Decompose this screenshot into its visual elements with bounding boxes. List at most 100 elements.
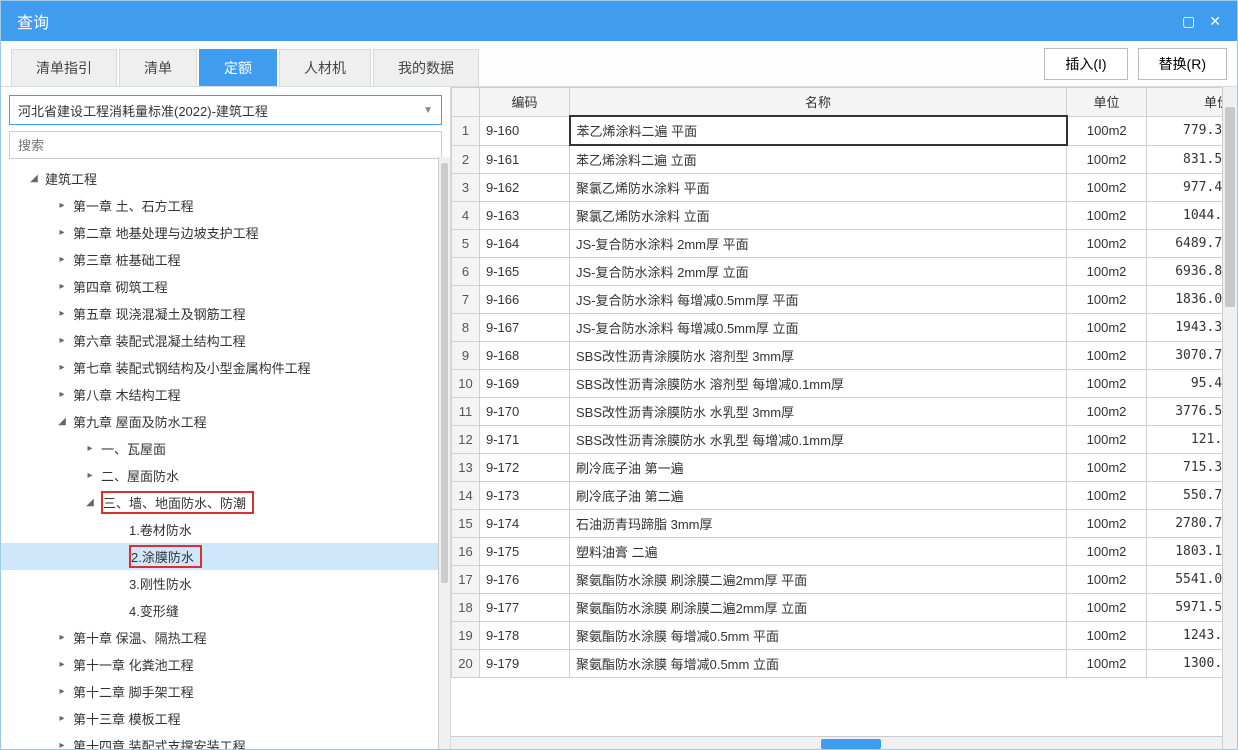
name-cell[interactable]: JS-复合防水涂料 每增减0.5mm厚 平面 [570,286,1067,314]
tab-3[interactable]: 人材机 [279,49,371,86]
code-cell[interactable]: 9-179 [480,650,570,678]
code-cell[interactable]: 9-174 [480,510,570,538]
tree-item[interactable]: ◢三、墙、地面防水、防潮 [1,489,450,516]
unit-cell[interactable]: 100m2 [1067,116,1147,145]
name-cell[interactable]: 苯乙烯涂料二遍 平面 [570,116,1067,145]
unit-cell[interactable]: 100m2 [1067,594,1147,622]
name-cell[interactable]: 聚氨酯防水涂膜 刷涂膜二遍2mm厚 立面 [570,594,1067,622]
tree-item[interactable]: ▸第一章 土、石方工程 [1,192,450,219]
grid-hscrollbar[interactable] [451,736,1222,750]
expand-icon[interactable]: ▸ [83,470,97,481]
table-row[interactable]: 19-160苯乙烯涂料二遍 平面100m2779.35 [452,116,1237,145]
unit-cell[interactable]: 100m2 [1067,174,1147,202]
tree-item[interactable]: ▸一、瓦屋面 [1,435,450,462]
name-cell[interactable]: SBS改性沥青涂膜防水 水乳型 3mm厚 [570,398,1067,426]
collapse-icon[interactable]: ◢ [83,497,97,508]
table-row[interactable]: 159-174石油沥青玛蹄脂 3mm厚100m22780.78 [452,510,1237,538]
unit-cell[interactable]: 100m2 [1067,510,1147,538]
unit-cell[interactable]: 100m2 [1067,454,1147,482]
unit-cell[interactable]: 100m2 [1067,482,1147,510]
tree-item[interactable]: ▸1.卷材防水 [1,516,450,543]
code-cell[interactable]: 9-171 [480,426,570,454]
code-cell[interactable]: 9-165 [480,258,570,286]
close-icon[interactable]: ✕ [1209,13,1221,30]
hscroll-thumb[interactable] [821,739,881,749]
code-cell[interactable]: 9-161 [480,145,570,174]
tab-4[interactable]: 我的数据 [373,49,479,86]
unit-cell[interactable]: 100m2 [1067,230,1147,258]
tree-item[interactable]: ◢建筑工程 [1,165,450,192]
name-cell[interactable]: 苯乙烯涂料二遍 立面 [570,145,1067,174]
table-row[interactable]: 179-176聚氨酯防水涂膜 刷涂膜二遍2mm厚 平面100m25541.02 [452,566,1237,594]
tree-item[interactable]: ▸第六章 装配式混凝土结构工程 [1,327,450,354]
name-cell[interactable]: 聚氨酯防水涂膜 刷涂膜二遍2mm厚 平面 [570,566,1067,594]
name-cell[interactable]: 聚氯乙烯防水涂料 平面 [570,174,1067,202]
code-cell[interactable]: 9-170 [480,398,570,426]
replace-button[interactable]: 替换(R) [1138,48,1227,80]
unit-cell[interactable]: 100m2 [1067,202,1147,230]
expand-icon[interactable]: ▸ [55,389,69,400]
tree-item[interactable]: ▸第五章 现浇混凝土及钢筋工程 [1,300,450,327]
collapse-icon[interactable]: ◢ [27,173,41,184]
tree-item[interactable]: ▸2.涂膜防水 [1,543,450,570]
tree-item[interactable]: ▸第八章 木结构工程 [1,381,450,408]
code-cell[interactable]: 9-164 [480,230,570,258]
tree-item[interactable]: ▸3.刚性防水 [1,570,450,597]
name-cell[interactable]: JS-复合防水涂料 2mm厚 平面 [570,230,1067,258]
tree-item[interactable]: ◢第九章 屋面及防水工程 [1,408,450,435]
table-row[interactable]: 189-177聚氨酯防水涂膜 刷涂膜二遍2mm厚 立面100m25971.55 [452,594,1237,622]
name-cell[interactable]: 刷冷底子油 第二遍 [570,482,1067,510]
expand-icon[interactable]: ▸ [55,362,69,373]
name-cell[interactable]: 刷冷底子油 第一遍 [570,454,1067,482]
table-row[interactable]: 199-178聚氨酯防水涂膜 每增减0.5mm 平面100m21243.7 [452,622,1237,650]
unit-cell[interactable]: 100m2 [1067,650,1147,678]
table-row[interactable]: 79-166JS-复合防水涂料 每增减0.5mm厚 平面100m21836.02 [452,286,1237,314]
tree-item[interactable]: ▸二、屋面防水 [1,462,450,489]
tree-item[interactable]: ▸第十章 保温、隔热工程 [1,624,450,651]
code-cell[interactable]: 9-175 [480,538,570,566]
standard-dropdown[interactable]: 河北省建设工程消耗量标准(2022)-建筑工程 ▼ [9,95,442,125]
tree-item[interactable]: ▸第十一章 化粪池工程 [1,651,450,678]
unit-cell[interactable]: 100m2 [1067,342,1147,370]
header-name[interactable]: 名称 [570,88,1067,117]
name-cell[interactable]: 塑料油膏 二遍 [570,538,1067,566]
code-cell[interactable]: 9-177 [480,594,570,622]
table-row[interactable]: 39-162聚氯乙烯防水涂料 平面100m2977.47 [452,174,1237,202]
insert-button[interactable]: 插入(I) [1044,48,1127,80]
expand-icon[interactable]: ▸ [55,335,69,346]
grid-vscrollbar[interactable] [1222,87,1237,750]
table-row[interactable]: 69-165JS-复合防水涂料 2mm厚 立面100m26936.85 [452,258,1237,286]
table-row[interactable]: 109-169SBS改性沥青涂膜防水 溶剂型 每增减0.1mm厚100m295.… [452,370,1237,398]
table-row[interactable]: 49-163聚氯乙烯防水涂料 立面100m21044.5 [452,202,1237,230]
code-cell[interactable]: 9-163 [480,202,570,230]
table-row[interactable]: 29-161苯乙烯涂料二遍 立面100m2831.53 [452,145,1237,174]
scrollbar-thumb[interactable] [441,163,448,583]
code-cell[interactable]: 9-172 [480,454,570,482]
maximize-icon[interactable]: ▢ [1182,13,1195,30]
unit-cell[interactable]: 100m2 [1067,426,1147,454]
code-cell[interactable]: 9-173 [480,482,570,510]
expand-icon[interactable]: ▸ [55,659,69,670]
tree-item[interactable]: ▸第十四章 装配式支撑安装工程 [1,732,450,750]
unit-cell[interactable]: 100m2 [1067,398,1147,426]
table-row[interactable]: 99-168SBS改性沥青涂膜防水 溶剂型 3mm厚100m23070.71 [452,342,1237,370]
table-row[interactable]: 169-175塑料油膏 二遍100m21803.13 [452,538,1237,566]
table-row[interactable]: 149-173刷冷底子油 第二遍100m2550.74 [452,482,1237,510]
table-row[interactable]: 129-171SBS改性沥青涂膜防水 水乳型 每增减0.1mm厚100m2121… [452,426,1237,454]
tree-item[interactable]: ▸第十二章 脚手架工程 [1,678,450,705]
code-cell[interactable]: 9-169 [480,370,570,398]
expand-icon[interactable]: ▸ [55,281,69,292]
name-cell[interactable]: JS-复合防水涂料 2mm厚 立面 [570,258,1067,286]
expand-icon[interactable]: ▸ [55,254,69,265]
code-cell[interactable]: 9-176 [480,566,570,594]
expand-icon[interactable]: ▸ [55,200,69,211]
expand-icon[interactable]: ▸ [55,227,69,238]
name-cell[interactable]: SBS改性沥青涂膜防水 水乳型 每增减0.1mm厚 [570,426,1067,454]
code-cell[interactable]: 9-162 [480,174,570,202]
unit-cell[interactable]: 100m2 [1067,566,1147,594]
name-cell[interactable]: 石油沥青玛蹄脂 3mm厚 [570,510,1067,538]
expand-icon[interactable]: ▸ [55,632,69,643]
table-row[interactable]: 119-170SBS改性沥青涂膜防水 水乳型 3mm厚100m23776.56 [452,398,1237,426]
left-scrollbar[interactable] [438,157,450,750]
tree-item[interactable]: ▸第七章 装配式钢结构及小型金属构件工程 [1,354,450,381]
